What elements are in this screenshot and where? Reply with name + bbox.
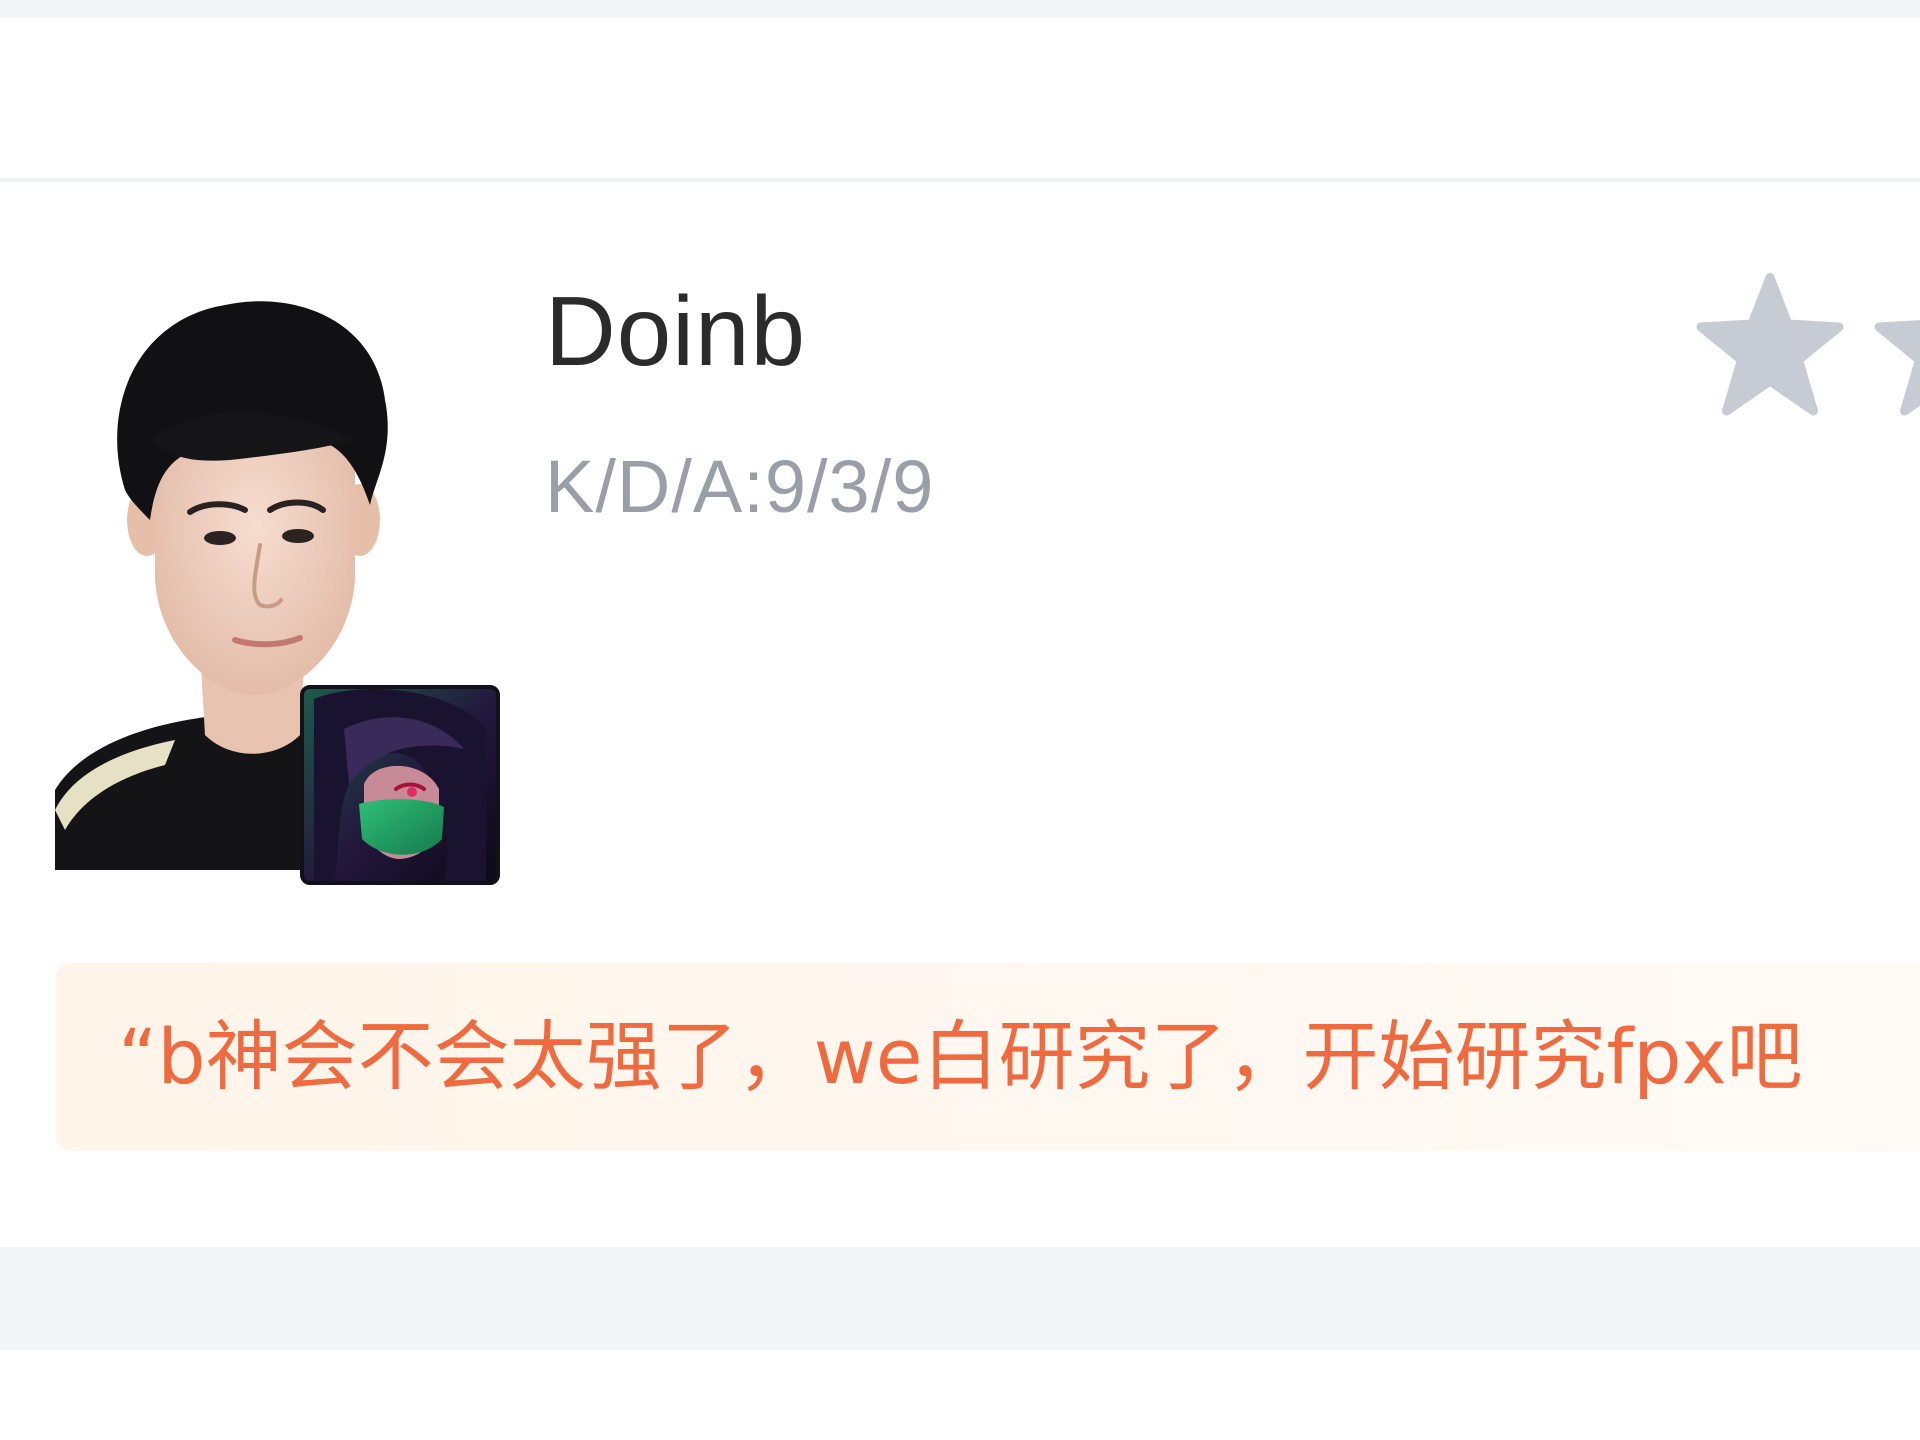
top-strip <box>0 0 1920 18</box>
champion-icon[interactable] <box>300 685 500 885</box>
comment-quote-box: “b神会不会太强了，we白研究了，开始研究fpx吧 <box>56 963 1920 1151</box>
player-name: Doinb <box>545 276 807 386</box>
match-player-card-page: Doinb K/D/A:9/3/9 “b神会不会太强了，we白研究了，开始研究f… <box>0 0 1920 1440</box>
comment-text: “b神会不会太强了，we白研究了，开始研究fpx吧 <box>118 1012 1803 1101</box>
bottom-band <box>0 1247 1920 1350</box>
kda-stat: K/D/A:9/3/9 <box>545 445 935 528</box>
champion-portrait-art <box>304 689 496 881</box>
star-icon[interactable] <box>1695 270 1845 420</box>
player-avatar-group[interactable] <box>55 280 505 885</box>
rating-stars[interactable] <box>1695 270 1920 420</box>
star-icon[interactable] <box>1873 270 1920 420</box>
section-divider <box>0 178 1920 182</box>
